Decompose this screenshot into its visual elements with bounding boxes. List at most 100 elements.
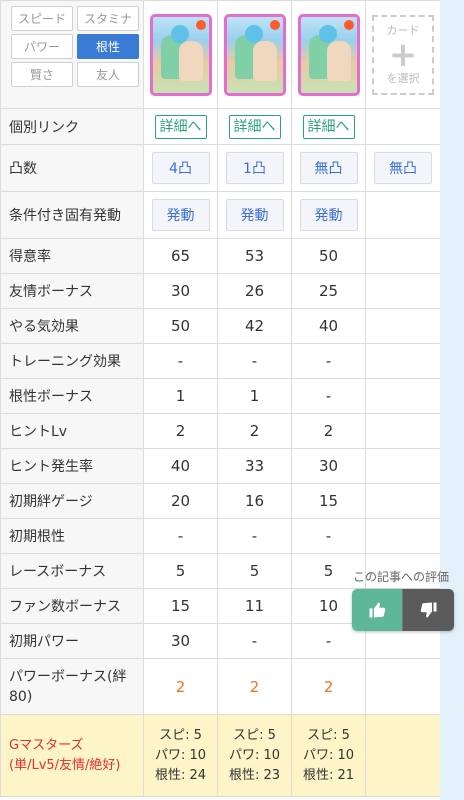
guts-type-icon — [343, 19, 354, 30]
initial-bond-value-3: 15 — [291, 483, 366, 519]
limit-break-select-1[interactable]: 4凸 — [151, 152, 210, 184]
filter-friend-button[interactable]: 友人 — [77, 62, 139, 87]
thumbs-up-button[interactable] — [352, 589, 402, 631]
training-value-2: - — [217, 343, 292, 379]
guts-type-icon — [195, 19, 206, 30]
row-label-hint-lv: ヒントLv — [0, 413, 144, 449]
g-masters-guts: 根性: 23 — [228, 767, 281, 783]
filter-stamina-button[interactable]: スタミナ — [77, 6, 139, 31]
empty-cell — [365, 483, 440, 519]
row-label-guts-bonus: 根性ボーナス — [0, 378, 144, 414]
support-card-image[interactable] — [223, 13, 286, 96]
g-masters-speed: スピ: 5 — [159, 727, 202, 743]
row-label-unique-effect: 条件付き固有発動 — [0, 191, 144, 239]
unique-effect-toggle-3[interactable]: 発動 — [299, 199, 358, 231]
training-value-3: - — [291, 343, 366, 379]
row-label-motivation: やる気効果 — [0, 308, 144, 344]
row-label-race-bonus: レースボーナス — [0, 553, 144, 589]
g-masters-title: Gマスターズ — [9, 737, 84, 753]
card-slot-1[interactable] — [143, 0, 218, 109]
power-bonus-value-1: 2 — [143, 658, 218, 715]
row-label-initial-bond: 初期絆ゲージ — [0, 483, 144, 519]
initial-guts-value-3: - — [291, 518, 366, 554]
g-masters-guts: 根性: 24 — [154, 767, 207, 783]
unique-effect-toggle-1[interactable]: 発動 — [151, 199, 210, 231]
g-masters-power: パワ: 10 — [228, 747, 281, 763]
guts-bonus-value-2: 1 — [217, 378, 292, 414]
friendship-value-3: 25 — [291, 273, 366, 309]
empty-cell — [365, 308, 440, 344]
empty-cell — [365, 378, 440, 414]
training-value-1: - — [143, 343, 218, 379]
guts-bonus-value-3: - — [291, 378, 366, 414]
card-slot-4[interactable]: カード + を選択 — [365, 0, 440, 109]
motivation-value-2: 42 — [217, 308, 292, 344]
row-label-training: トレーニング効果 — [0, 343, 144, 379]
support-card-comparison-table: スピード スタミナ パワー 根性 賢さ 友人 カード + を選択 個別リンク 詳… — [0, 0, 440, 800]
power-bonus-value-2: 2 — [217, 658, 292, 715]
detail-link-button-1[interactable]: 詳細へ — [154, 114, 207, 139]
race-bonus-value-2: 5 — [217, 553, 292, 589]
specialty-value-3: 50 — [291, 238, 366, 274]
detail-link-button-3[interactable]: 詳細へ — [302, 114, 355, 139]
specialty-value-2: 53 — [217, 238, 292, 274]
hint-rate-value-2: 33 — [217, 448, 292, 484]
empty-cell — [365, 518, 440, 554]
g-masters-power: パワ: 10 — [302, 747, 355, 763]
empty-cell — [365, 413, 440, 449]
row-label-limit-break: 凸数 — [0, 144, 144, 192]
limit-break-select-2[interactable]: 1凸 — [225, 152, 284, 184]
g-masters-value-2: スピ: 5 パワ: 10 根性: 23 — [217, 714, 292, 797]
g-masters-speed: スピ: 5 — [307, 727, 350, 743]
initial-power-value-1: 30 — [143, 623, 218, 659]
plus-icon: + — [388, 34, 418, 75]
race-bonus-value-1: 5 — [143, 553, 218, 589]
row-label-power-bonus: パワーボーナス(絆80) — [0, 658, 144, 715]
empty-cell — [365, 238, 440, 274]
article-rating-label: この記事への評価 — [353, 570, 450, 584]
row-label-g-masters: Gマスターズ (単/Lv5/友情/絶好) — [0, 714, 144, 797]
empty-cell — [365, 108, 440, 145]
hint-rate-value-3: 30 — [291, 448, 366, 484]
friendship-value-2: 26 — [217, 273, 292, 309]
row-label-friendship: 友情ボーナス — [0, 273, 144, 309]
row-label-hint-rate: ヒント発生率 — [0, 448, 144, 484]
filter-power-button[interactable]: パワー — [11, 34, 73, 59]
card-slot-2[interactable] — [217, 0, 292, 109]
page-margin — [440, 0, 464, 800]
thumbs-down-button[interactable] — [402, 589, 454, 631]
g-masters-value-3: スピ: 5 パワ: 10 根性: 21 — [291, 714, 366, 797]
select-card-button[interactable]: カード + を選択 — [372, 14, 434, 95]
specialty-value-1: 65 — [143, 238, 218, 274]
article-rating-widget — [352, 589, 454, 631]
motivation-value-1: 50 — [143, 308, 218, 344]
thumbs-down-icon — [420, 602, 436, 618]
g-masters-power: パワ: 10 — [154, 747, 207, 763]
filter-wisdom-button[interactable]: 賢さ — [11, 62, 73, 87]
empty-cell — [365, 658, 440, 715]
g-masters-speed: スピ: 5 — [233, 727, 276, 743]
row-label-link: 個別リンク — [0, 108, 144, 145]
thumbs-up-icon — [369, 602, 386, 618]
hint-lv-value-1: 2 — [143, 413, 218, 449]
support-card-image[interactable] — [149, 13, 212, 96]
row-label-initial-power: 初期パワー — [0, 623, 144, 659]
guts-type-icon — [269, 19, 280, 30]
limit-break-select-3[interactable]: 無凸 — [299, 152, 358, 184]
filter-speed-button[interactable]: スピード — [11, 6, 73, 31]
g-masters-conditions: (単/Lv5/友情/絶好) — [9, 757, 121, 773]
type-filter-cell: スピード スタミナ パワー 根性 賢さ 友人 — [0, 0, 144, 109]
row-label-initial-guts: 初期根性 — [0, 518, 144, 554]
limit-break-select-4[interactable]: 無凸 — [374, 152, 432, 184]
friendship-value-1: 30 — [143, 273, 218, 309]
card-slot-3[interactable] — [291, 0, 366, 109]
filter-guts-button[interactable]: 根性 — [77, 34, 139, 59]
detail-link-button-2[interactable]: 詳細へ — [228, 114, 281, 139]
support-card-image[interactable] — [297, 13, 360, 96]
row-label-fan-bonus: ファン数ボーナス — [0, 588, 144, 624]
empty-cell — [365, 273, 440, 309]
hint-lv-value-3: 2 — [291, 413, 366, 449]
select-card-text-bottom: を選択 — [386, 71, 420, 85]
g-masters-guts: 根性: 21 — [302, 767, 355, 783]
unique-effect-toggle-2[interactable]: 発動 — [225, 199, 284, 231]
